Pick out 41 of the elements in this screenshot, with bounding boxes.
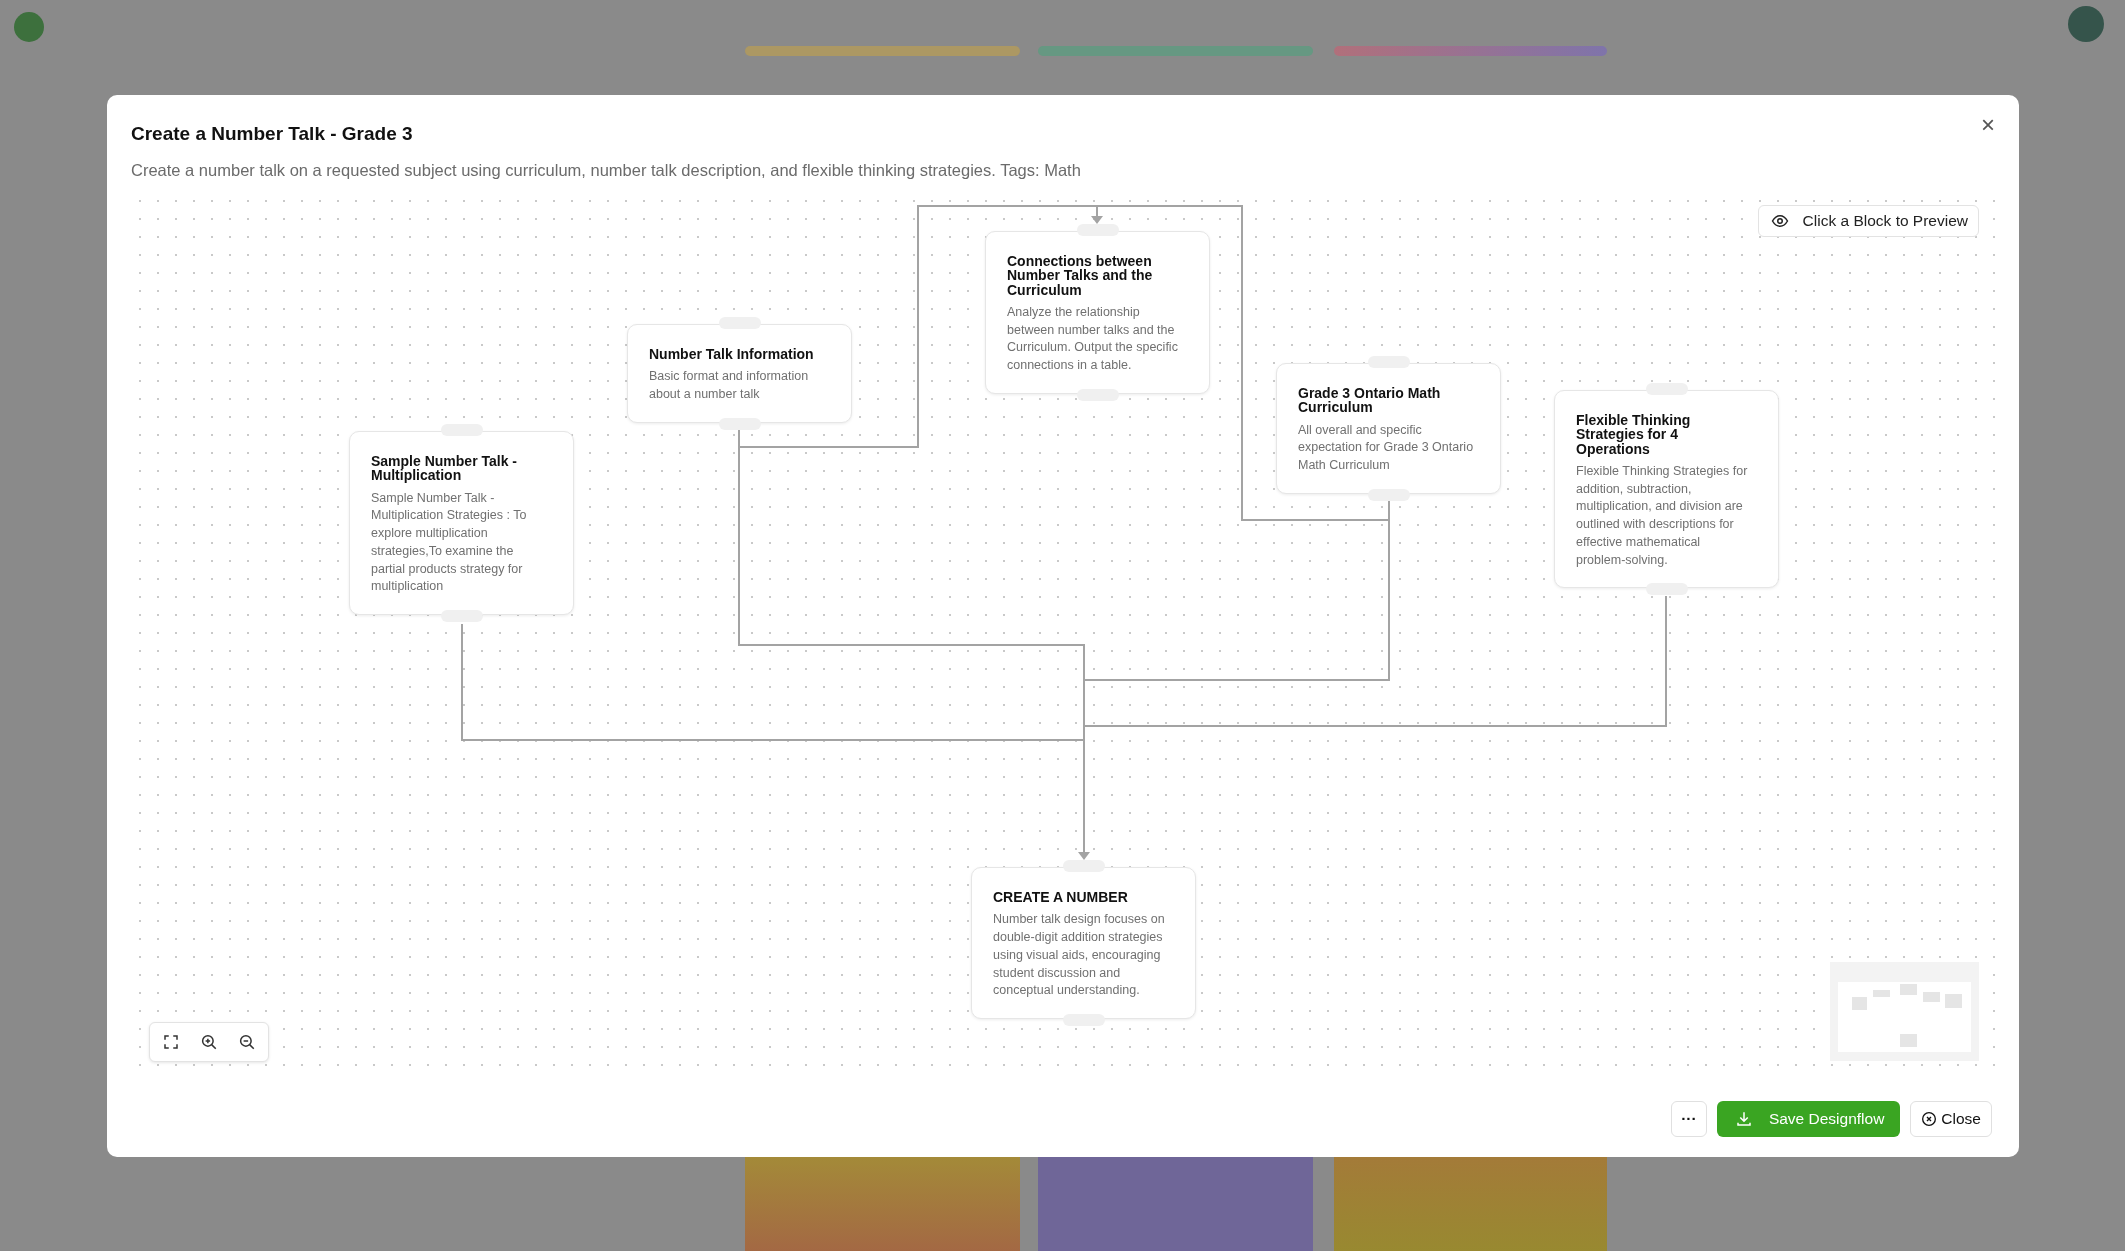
block-title: Number Talk Information (649, 347, 815, 362)
minimap[interactable] (1830, 962, 1979, 1061)
eye-icon (1770, 212, 1789, 230)
block-title: Connections between Number Talks and the Curriculum (1007, 254, 1154, 297)
close-button[interactable]: Close (1910, 1101, 1992, 1137)
preview-button[interactable]: Click a Block to Preview (1757, 205, 1979, 237)
logo-icon (14, 12, 44, 42)
avatar-icon[interactable] (2068, 6, 2104, 42)
flow-block[interactable]: Connections between Number Talks and the Curriculum Analyze the relationship between number talks and the Curriculum. Output the specific connections in a table. (985, 231, 1210, 394)
block-description: Number talk design focuses on double-digit addition strategies using visual aids, encouraging student discussion and conceptual understanding. (993, 911, 1166, 1000)
more-button[interactable]: ··· (1670, 1101, 1707, 1137)
zoom-out-icon[interactable] (238, 1033, 256, 1051)
connection-handle[interactable] (1076, 224, 1119, 236)
block-description: Analyze the relationship between number talks and the Curriculum. Output the specific connections in a table. (1007, 303, 1179, 375)
dialog-title: Create a Number Talk - Grade 3 (131, 123, 413, 145)
block-description: Flexible Thinking Strategies for addition, subtraction, multiplication, and division are outlined with descriptions for effective mathematical problem-solving. (1576, 462, 1749, 569)
block-description: Sample Number Talk - Multiplication Strategies : To explore multiplication strategies,To examine the partial products strategy for multiplication (371, 489, 528, 596)
connection-handle[interactable] (1645, 383, 1688, 395)
block-description: Basic format and information about a number talk (649, 368, 810, 403)
connection-handle[interactable] (440, 610, 483, 623)
connection-handle[interactable] (1062, 1014, 1105, 1026)
flow-block[interactable]: CREATE A NUMBER Number talk design focuses on double-digit addition strategies using visual aids, encouraging student discussion and conceptual understanding. (971, 867, 1196, 1019)
dialog-description: Create a number talk on a requested subject using curriculum, number talk description, and flexible thinking strategies. Tags: Math (131, 161, 1082, 180)
block-description: All overall and specific expectation for Grade 3 Ontario Math Curriculum (1298, 421, 1474, 475)
flow-block[interactable]: Number Talk Information Basic format and information about a number talk (627, 324, 852, 423)
close-icon (1921, 1111, 1938, 1127)
block-title: Sample Number Talk - Multiplication (371, 454, 518, 483)
block-title: Flexible Thinking Strategies for 4 Operations (1576, 413, 1692, 456)
download-icon (1734, 1110, 1753, 1128)
connection-handle[interactable] (1062, 860, 1105, 872)
flow-block[interactable]: Grade 3 Ontario Math Curriculum All overall and specific expectation for Grade 3 Ontario Math Curriculum (1276, 363, 1501, 494)
connection-handle[interactable] (1645, 583, 1688, 596)
block-title: CREATE A NUMBER (993, 890, 1129, 905)
zoom-in-icon[interactable] (200, 1033, 218, 1051)
block-title: Grade 3 Ontario Math Curriculum (1298, 386, 1442, 415)
connection-handle[interactable] (440, 424, 483, 436)
fit-view-icon[interactable] (162, 1033, 180, 1051)
connection-handle[interactable] (718, 317, 761, 329)
flow-block[interactable] (1554, 390, 1779, 589)
connection-handle[interactable] (1367, 356, 1410, 368)
flow-block[interactable]: Sample Number Talk - Multiplication Sample Number Talk - Multiplication Strategies : To explore multiplication strategies,To examine the partial products strategy for multiplication (349, 431, 574, 616)
